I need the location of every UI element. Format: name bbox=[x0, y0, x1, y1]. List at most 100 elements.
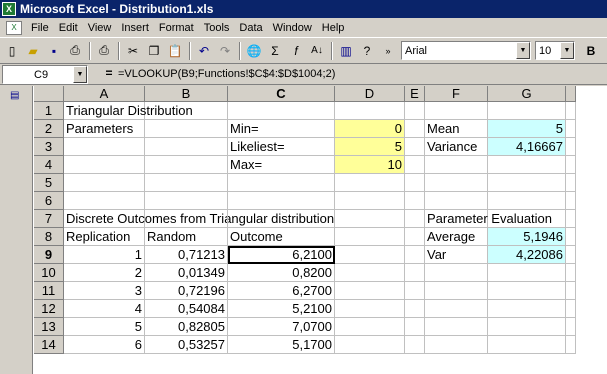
cell-g9[interactable]: 4,22086 bbox=[488, 246, 566, 264]
cell-b12[interactable]: 0,54084 bbox=[145, 300, 228, 318]
sort-ascending-icon[interactable]: A↓ bbox=[307, 41, 327, 61]
menu-edit[interactable]: Edit bbox=[54, 19, 83, 37]
cell-h7[interactable] bbox=[566, 210, 576, 228]
cell-c11[interactable]: 6,2700 bbox=[228, 282, 335, 300]
row-header[interactable]: 2 bbox=[34, 120, 64, 138]
worksheet-grid[interactable]: A B C D E F G 1 Triangular Distribution 2 Paramete… bbox=[0, 86, 607, 374]
cell-a12[interactable]: 4 bbox=[64, 300, 145, 318]
cell-g2[interactable]: 5 bbox=[488, 120, 566, 138]
row-header[interactable]: 6 bbox=[34, 192, 64, 210]
cell-b4[interactable] bbox=[145, 156, 228, 174]
row-header[interactable]: 9 bbox=[34, 246, 64, 264]
sheet-tool-icon[interactable]: ▤ bbox=[10, 90, 19, 101]
row-header[interactable]: 7 bbox=[34, 210, 64, 228]
cell-g3[interactable]: 4,16667 bbox=[488, 138, 566, 156]
menu-help[interactable]: Help bbox=[317, 19, 350, 37]
cell-e6[interactable] bbox=[405, 192, 425, 210]
menu-file[interactable]: File bbox=[26, 19, 54, 37]
cell-a2[interactable]: Parameters bbox=[64, 120, 145, 138]
cell-g11[interactable] bbox=[488, 282, 566, 300]
column-header[interactable]: G bbox=[488, 86, 566, 102]
font-size-select[interactable]: 10 ▼ bbox=[535, 41, 575, 60]
column-header[interactable] bbox=[566, 86, 576, 102]
cell-d12[interactable] bbox=[335, 300, 405, 318]
redo-icon[interactable]: ↷ bbox=[215, 41, 235, 61]
cell-d13[interactable] bbox=[335, 318, 405, 336]
menu-view[interactable]: View bbox=[83, 19, 117, 37]
cell-b5[interactable] bbox=[145, 174, 228, 192]
select-all-corner[interactable] bbox=[34, 86, 64, 102]
column-header[interactable]: F bbox=[425, 86, 488, 102]
formula-input[interactable]: =VLOOKUP(B9;Functions!$C$4:$D$1004;2) bbox=[118, 66, 335, 82]
row-header[interactable]: 13 bbox=[34, 318, 64, 336]
cell-e13[interactable] bbox=[405, 318, 425, 336]
cell-b9[interactable]: 0,71213 bbox=[145, 246, 228, 264]
cell-b11[interactable]: 0,72196 bbox=[145, 282, 228, 300]
cell-e14[interactable] bbox=[405, 336, 425, 354]
cell-f14[interactable] bbox=[425, 336, 488, 354]
cell-c9[interactable]: 6,2100 bbox=[228, 246, 335, 264]
cell-f1[interactable] bbox=[425, 102, 488, 120]
cell-d1[interactable] bbox=[335, 102, 405, 120]
cell-f11[interactable] bbox=[425, 282, 488, 300]
cell-g10[interactable] bbox=[488, 264, 566, 282]
cell-f9[interactable]: Var bbox=[425, 246, 488, 264]
autosum-icon[interactable]: Σ bbox=[265, 41, 285, 61]
cell-e4[interactable] bbox=[405, 156, 425, 174]
cell-h5[interactable] bbox=[566, 174, 576, 192]
cell-h2[interactable] bbox=[566, 120, 576, 138]
cell-g8[interactable]: 5,1946 bbox=[488, 228, 566, 246]
menu-insert[interactable]: Insert bbox=[116, 19, 154, 37]
row-header[interactable]: 5 bbox=[34, 174, 64, 192]
chevron-down-icon[interactable]: ▼ bbox=[73, 66, 87, 83]
cell-b2[interactable] bbox=[145, 120, 228, 138]
cell-h10[interactable] bbox=[566, 264, 576, 282]
cell-f5[interactable] bbox=[425, 174, 488, 192]
cell-h12[interactable] bbox=[566, 300, 576, 318]
cell-f10[interactable] bbox=[425, 264, 488, 282]
cell-b10[interactable]: 0,01349 bbox=[145, 264, 228, 282]
cell-e10[interactable] bbox=[405, 264, 425, 282]
cell-g1[interactable] bbox=[488, 102, 566, 120]
cell-f7[interactable]: Parameter Evaluation bbox=[425, 210, 552, 228]
row-header[interactable]: 10 bbox=[34, 264, 64, 282]
excel-app-icon[interactable]: X bbox=[2, 2, 16, 16]
cell-b3[interactable] bbox=[145, 138, 228, 156]
cell-f8[interactable]: Average bbox=[425, 228, 488, 246]
menu-format[interactable]: Format bbox=[154, 19, 199, 37]
paste-icon[interactable]: 📋 bbox=[165, 41, 185, 61]
cell-e3[interactable] bbox=[405, 138, 425, 156]
cell-c1[interactable] bbox=[228, 102, 335, 120]
cell-d9[interactable] bbox=[335, 246, 405, 264]
print-icon[interactable]: ⎙ bbox=[94, 41, 114, 61]
cell-c8[interactable]: Outcome bbox=[228, 228, 335, 246]
save-icon[interactable]: ▪ bbox=[44, 41, 64, 61]
cell-c2[interactable]: Min= bbox=[228, 120, 335, 138]
chevron-down-icon[interactable]: ▼ bbox=[560, 42, 574, 59]
cell-a7[interactable]: Discrete Outcomes from Triangular distri… bbox=[64, 210, 334, 228]
cell-g14[interactable] bbox=[488, 336, 566, 354]
cell-c7[interactable] bbox=[228, 210, 335, 228]
cell-d2[interactable]: 0 bbox=[335, 120, 405, 138]
cell-d8[interactable] bbox=[335, 228, 405, 246]
cell-g12[interactable] bbox=[488, 300, 566, 318]
row-header[interactable]: 14 bbox=[34, 336, 64, 354]
open-icon[interactable]: ▰ bbox=[23, 41, 43, 61]
cut-icon[interactable]: ✂ bbox=[123, 41, 143, 61]
menu-tools[interactable]: Tools bbox=[199, 19, 235, 37]
cell-c12[interactable]: 5,2100 bbox=[228, 300, 335, 318]
cell-a10[interactable]: 2 bbox=[64, 264, 145, 282]
cell-h9[interactable] bbox=[566, 246, 576, 264]
cell-d3[interactable]: 5 bbox=[335, 138, 405, 156]
cell-f3[interactable]: Variance bbox=[425, 138, 488, 156]
cell-a1[interactable]: Triangular Distribution bbox=[64, 102, 193, 120]
menu-window[interactable]: Window bbox=[268, 19, 317, 37]
row-header[interactable]: 4 bbox=[34, 156, 64, 174]
cell-e5[interactable] bbox=[405, 174, 425, 192]
cell-g6[interactable] bbox=[488, 192, 566, 210]
cell-b13[interactable]: 0,82805 bbox=[145, 318, 228, 336]
cell-a3[interactable] bbox=[64, 138, 145, 156]
cell-b1[interactable] bbox=[145, 102, 228, 120]
cell-d5[interactable] bbox=[335, 174, 405, 192]
cell-d10[interactable] bbox=[335, 264, 405, 282]
